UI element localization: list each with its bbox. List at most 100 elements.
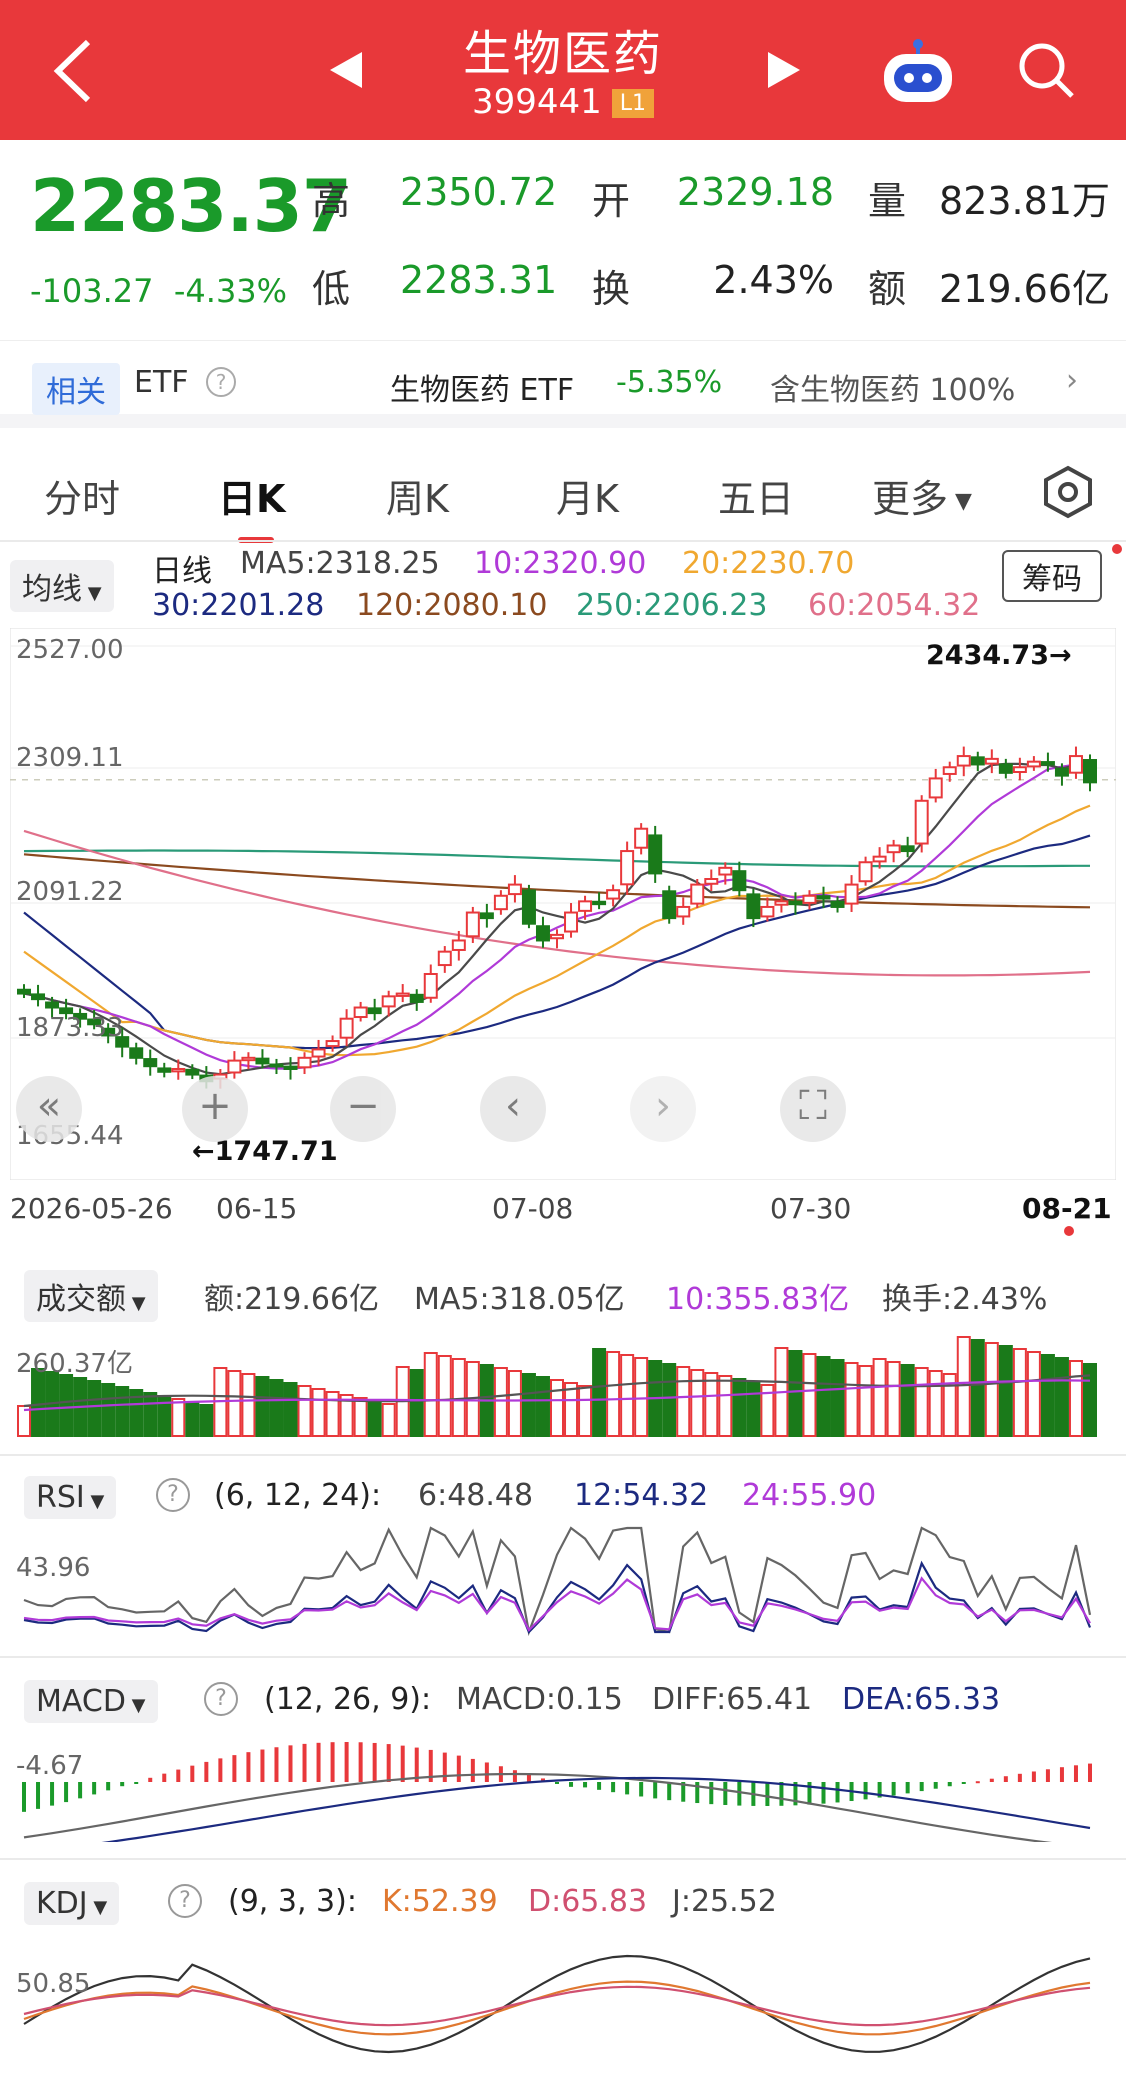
section-divider: [0, 1454, 1126, 1456]
zoom-out-icon[interactable]: −: [330, 1076, 396, 1142]
settings-hexagon-icon[interactable]: [1040, 464, 1096, 520]
high-value: 2350.72: [400, 170, 558, 214]
ma250-label: 250:2206.23: [576, 588, 768, 623]
macd-selector[interactable]: MACD ▼: [24, 1680, 158, 1723]
volume-bar: [704, 1372, 719, 1437]
section-divider: [0, 1858, 1126, 1860]
etf-name: 生物医药 ETF: [390, 373, 575, 408]
chevron-right-icon[interactable]: ›: [1066, 363, 1078, 398]
volume-bar: [521, 1373, 536, 1437]
ma20-label: 20:2230.70: [682, 546, 855, 581]
candle-body: [998, 763, 1013, 774]
volume-bar: [535, 1376, 550, 1437]
scroll-left-icon[interactable]: ‹: [480, 1076, 546, 1142]
candle-body: [760, 905, 775, 918]
rsi-chart: 43.96: [16, 1526, 1092, 1637]
tab-five-day[interactable]: 五日: [718, 468, 794, 523]
candle-body: [157, 1067, 172, 1073]
volume-y-label: 260.37亿: [16, 1349, 133, 1379]
chips-button[interactable]: 筹码: [1002, 550, 1102, 602]
volume-label: 量: [868, 179, 907, 223]
macd-help-icon[interactable]: ?: [204, 1682, 238, 1716]
tab-weekly-k[interactable]: 周K: [386, 468, 449, 523]
volume-bar: [297, 1385, 312, 1437]
rsi-lines: [23, 1526, 1092, 1637]
kdj-j: J:25.52: [672, 1884, 777, 1919]
kdj-k-line: [23, 1980, 1091, 2036]
kdj-selector[interactable]: KDJ ▼: [24, 1882, 120, 1925]
candle-body: [255, 1057, 270, 1065]
macd-bar: [919, 1782, 924, 1792]
candle-body: [592, 900, 607, 906]
macd-bar: [737, 1782, 742, 1806]
candle-body: [774, 900, 789, 906]
candle-body: [578, 900, 593, 912]
related-etf-row[interactable]: 相关 ETF ? 生物医药 ETF -5.35% 含生物医药 100% ›: [0, 340, 1126, 428]
candle-body: [732, 870, 747, 892]
stock-code-text: 399441: [471, 82, 602, 122]
macd-bar: [1073, 1765, 1078, 1782]
candle-body: [1083, 759, 1097, 784]
macd-bar: [330, 1742, 335, 1782]
next-stock-icon[interactable]: [768, 52, 800, 88]
macd-bar: [386, 1744, 391, 1782]
volume-bar: [199, 1404, 214, 1437]
candle-body: [984, 757, 999, 765]
help-icon[interactable]: ?: [206, 367, 236, 397]
volume-bar: [998, 1345, 1013, 1437]
volume-bar: [718, 1375, 733, 1437]
volume-bar: [143, 1392, 158, 1437]
rsi-help-icon[interactable]: ?: [156, 1478, 190, 1512]
kdj-d: D:65.83: [528, 1884, 648, 1919]
candle-body: [606, 889, 621, 900]
macd-diff-line: [23, 1772, 1053, 1842]
volume-chart[interactable]: 260.37亿: [10, 1318, 1116, 1438]
candle-body: [1040, 761, 1055, 766]
macd-bar: [260, 1749, 265, 1782]
volume-bar: [451, 1358, 466, 1437]
macd-chart: -4.67: [16, 1742, 1092, 1842]
volume-bar: [830, 1359, 845, 1437]
macd-bar: [78, 1782, 83, 1799]
tab-daily-k[interactable]: 日K: [218, 468, 285, 543]
macd-bar: [526, 1774, 531, 1782]
macd-params: (12, 26, 9):: [264, 1682, 432, 1717]
y-tick-label: 1873.33: [16, 1013, 124, 1043]
candle-body: [437, 950, 452, 967]
volume-bar: [367, 1400, 382, 1437]
zoom-in-icon[interactable]: +: [182, 1076, 248, 1142]
tab-monthly-k[interactable]: 月K: [556, 468, 619, 523]
candle-body: [409, 993, 424, 1003]
macd-bar: [288, 1745, 293, 1782]
kdj-help-icon[interactable]: ?: [168, 1884, 202, 1918]
stock-title: 生物医药: [462, 26, 663, 82]
tab-intraday[interactable]: 分时: [44, 468, 120, 523]
date-label: 06-15: [216, 1192, 298, 1225]
robot-assistant-icon[interactable]: [880, 38, 956, 106]
search-icon[interactable]: [1014, 38, 1078, 102]
scroll-right-icon[interactable]: ›: [630, 1076, 696, 1142]
candle-body: [269, 1063, 284, 1068]
change-value: -103.27: [30, 272, 154, 310]
volume-bar: [283, 1382, 298, 1437]
etf-change-pct: -5.35%: [616, 365, 723, 400]
kline-chart[interactable]: 2527.00 2309.11 2091.22 1873.33 1655.44 …: [10, 628, 1116, 1180]
rsi-selector[interactable]: RSI ▼: [24, 1476, 117, 1519]
level-badge: L1: [611, 89, 655, 118]
rsi-selector-label: RSI: [36, 1480, 85, 1515]
volume-bar: [437, 1355, 452, 1437]
caret-down-icon: ▼: [125, 1695, 146, 1716]
candle-body: [367, 1007, 382, 1015]
volume-bar: [676, 1366, 691, 1437]
volume-selector[interactable]: 成交额 ▼: [24, 1270, 158, 1322]
ma-selector[interactable]: 均线 ▼: [10, 560, 114, 612]
candle-body: [662, 890, 677, 920]
candle-body: [325, 1040, 340, 1048]
volume-bar: [1040, 1354, 1055, 1437]
candle-body: [1068, 755, 1083, 774]
macd-bar: [484, 1762, 489, 1782]
tab-more[interactable]: 更多 ▼: [872, 468, 972, 523]
candle-body: [704, 878, 719, 885]
fullscreen-icon[interactable]: ⛶: [780, 1076, 846, 1142]
rewind-icon[interactable]: «: [16, 1076, 82, 1142]
